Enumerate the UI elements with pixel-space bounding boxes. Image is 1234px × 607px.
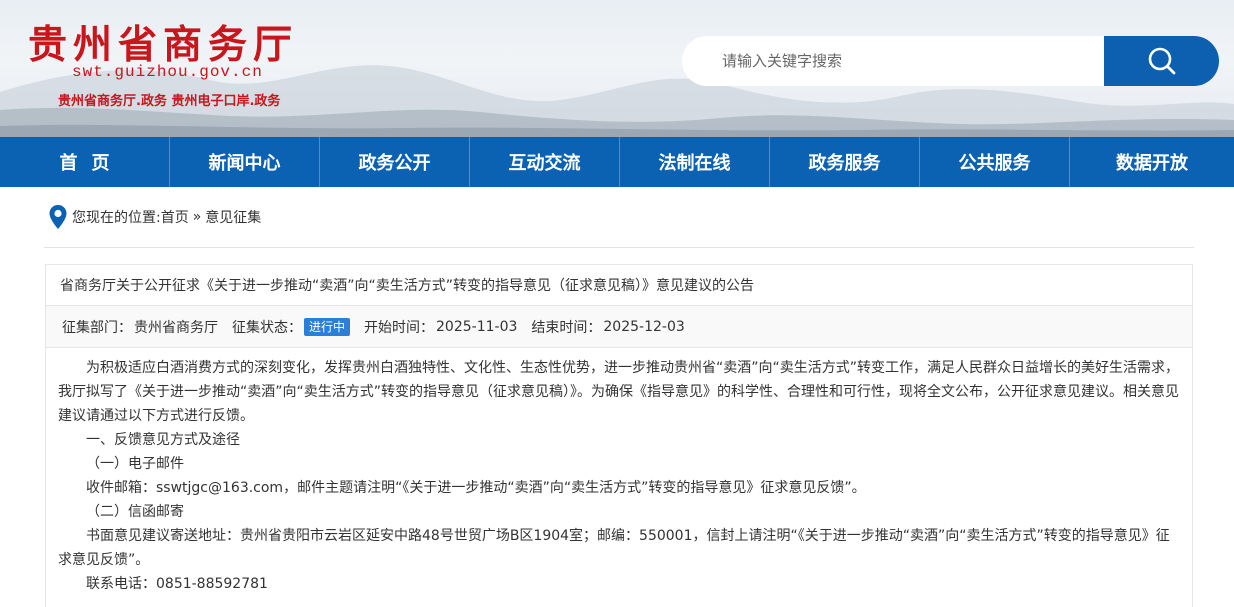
nav-item-gov-services[interactable]: 政务服务 <box>770 137 920 187</box>
start-time-label: 开始时间： <box>364 319 435 336</box>
search-button[interactable] <box>1104 36 1219 86</box>
site-subtitle: 贵州省商务厅.政务 贵州电子口岸.政务 <box>58 94 281 109</box>
start-time-value: 2025-11-03 <box>436 318 518 335</box>
end-time-value: 2025-12-03 <box>603 318 685 335</box>
notice-panel: 省商务厅关于公开征求《关于进一步推动“卖酒”向“卖生活方式”转变的指导意见（征求… <box>45 264 1193 607</box>
intro-paragraph: 为积极适应白酒消费方式的深刻变化，发挥贵州白酒独特性、文化性、生态性优势，进一步… <box>58 360 1180 424</box>
notice-meta: 征集部门： 贵州省商务厅 征集状态： 进行中 开始时间： 2025-11-03 … <box>46 306 1192 348</box>
nav-item-legal[interactable]: 法制在线 <box>620 137 770 187</box>
nav-item-gov-affairs[interactable]: 政务公开 <box>320 137 470 187</box>
dept-value: 贵州省商务厅 <box>134 319 218 336</box>
location-pin-icon <box>49 205 67 229</box>
subsection-mail-heading: （二）信函邮寄 <box>86 504 184 520</box>
nav-item-news[interactable]: 新闻中心 <box>170 137 320 187</box>
phone-line: 联系电话：0851-88592781 <box>86 576 268 592</box>
site-header: 贵州省商务厅 swt.guizhou.gov.cn 贵州省商务厅.政务 贵州电子… <box>0 0 1234 137</box>
end-time-label: 结束时间： <box>531 319 602 336</box>
nav-item-interaction[interactable]: 互动交流 <box>470 137 620 187</box>
site-domain: swt.guizhou.gov.cn <box>72 63 263 81</box>
email-line: 收件邮箱：sswtjgc@163.com，邮件主题请注明“《关于进一步推动“卖酒… <box>86 480 866 496</box>
breadcrumb-separator: » <box>192 209 202 225</box>
breadcrumb-prefix: 您现在的位置: <box>72 210 161 226</box>
status-badge: 进行中 <box>304 317 351 336</box>
mail-address-line: 书面意见建议寄送地址：贵州省贵阳市云岩区延安中路48号世贸广场B区1904室；邮… <box>58 528 1170 568</box>
breadcrumb: 您现在的位置: 首页 » 意见征集 <box>48 203 261 231</box>
search-icon <box>1148 47 1175 75</box>
breadcrumb-current-link[interactable]: 意见征集 <box>205 207 261 227</box>
main-nav: 首页 新闻中心 政务公开 互动交流 法制在线 政务服务 公共服务 数据开放 <box>0 137 1234 187</box>
status-label: 征集状态： <box>232 319 302 336</box>
section-heading: 一、反馈意见方式及途径 <box>86 432 240 448</box>
subsection-email-heading: （一）电子邮件 <box>86 456 184 472</box>
nav-item-open-data[interactable]: 数据开放 <box>1070 137 1234 187</box>
breadcrumb-divider <box>44 247 1194 248</box>
dept-label: 征集部门： <box>62 319 132 336</box>
notice-title: 省商务厅关于公开征求《关于进一步推动“卖酒”向“卖生活方式”转变的指导意见（征求… <box>46 265 1192 306</box>
notice-content: 为积极适应白酒消费方式的深刻变化，发挥贵州白酒独特性、文化性、生态性优势，进一步… <box>46 348 1192 596</box>
nav-item-home[interactable]: 首页 <box>0 137 170 187</box>
nav-item-public-services[interactable]: 公共服务 <box>920 137 1070 187</box>
search-input[interactable] <box>682 36 1104 86</box>
site-logo-title[interactable]: 贵州省商务厅 <box>28 14 298 70</box>
search-box <box>682 36 1219 86</box>
breadcrumb-home-link[interactable]: 首页 <box>161 207 189 227</box>
